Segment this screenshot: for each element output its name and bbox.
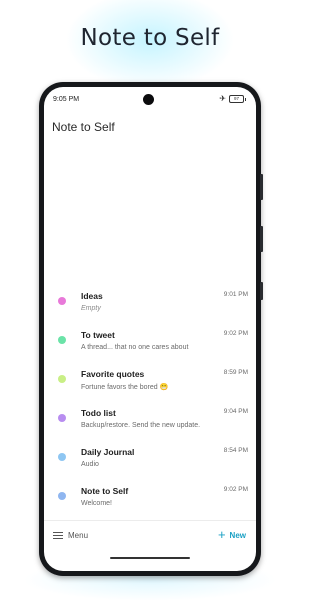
note-preview: Welcome!	[81, 500, 112, 507]
note-title: Note to Self	[81, 486, 129, 496]
hamburger-icon	[53, 531, 63, 540]
plus-icon: +	[217, 527, 226, 542]
bottom-bar: Menu + New	[44, 523, 256, 553]
note-color-dot	[58, 414, 66, 422]
promo-title: Note to Self	[80, 25, 220, 51]
note-color-dot	[58, 336, 66, 344]
phone-screen: 9:05 PM ✈ 97 Note to Self Ideas Empty 9:…	[44, 87, 256, 571]
note-time: 9:02 PM	[223, 486, 248, 493]
note-time: 8:54 PM	[223, 447, 248, 454]
note-color-dot	[58, 375, 66, 383]
battery-level: 97	[233, 96, 239, 101]
list-item[interactable]: Todo list Backup/restore. Send the new u…	[44, 402, 256, 441]
list-item[interactable]: Note to Self Welcome! 9:02 PM	[44, 480, 256, 519]
note-time: 8:59 PM	[223, 369, 248, 376]
note-preview: Backup/restore. Send the new update.	[81, 422, 201, 429]
airplane-icon: ✈	[219, 94, 226, 103]
note-time: 9:02 PM	[223, 330, 248, 337]
note-time: 9:01 PM	[223, 291, 248, 298]
divider	[44, 520, 256, 521]
volume-button	[260, 174, 263, 200]
note-title: Todo list	[81, 408, 116, 418]
list-item[interactable]: To tweet A thread... that no one cares a…	[44, 324, 256, 363]
phone-frame: 9:05 PM ✈ 97 Note to Self Ideas Empty 9:…	[39, 82, 263, 576]
status-time: 9:05 PM	[53, 96, 80, 103]
note-color-dot	[58, 492, 66, 500]
status-icons: ✈ 97	[219, 94, 246, 103]
home-indicator[interactable]	[110, 557, 190, 559]
note-preview: Audio	[81, 461, 99, 468]
menu-label: Menu	[68, 531, 89, 540]
note-color-dot	[58, 297, 66, 305]
note-time: 9:04 PM	[223, 408, 248, 415]
battery-icon: 97	[229, 95, 246, 103]
new-note-button[interactable]: + New	[217, 527, 246, 542]
power-button	[260, 282, 263, 300]
note-title: Daily Journal	[81, 447, 135, 457]
front-camera	[143, 94, 154, 105]
note-preview: Empty	[81, 305, 101, 312]
note-preview: Fortune favors the bored 😁	[81, 384, 169, 391]
volume-button-lower	[260, 226, 263, 252]
note-title: Favorite quotes	[81, 369, 145, 379]
note-title: Ideas	[81, 291, 103, 301]
list-item[interactable]: Ideas Empty 9:01 PM	[44, 285, 256, 324]
list-item[interactable]: Daily Journal Audio 8:54 PM	[44, 441, 256, 480]
menu-button[interactable]: Menu	[53, 531, 88, 540]
list-item[interactable]: Favorite quotes Fortune favors the bored…	[44, 363, 256, 402]
note-color-dot	[58, 453, 66, 461]
page-title: Note to Self	[52, 120, 115, 134]
new-label: New	[229, 530, 246, 540]
note-title: To tweet	[81, 330, 115, 340]
status-bar: 9:05 PM ✈ 97	[44, 87, 256, 109]
note-preview: A thread... that no one cares about	[81, 344, 189, 351]
